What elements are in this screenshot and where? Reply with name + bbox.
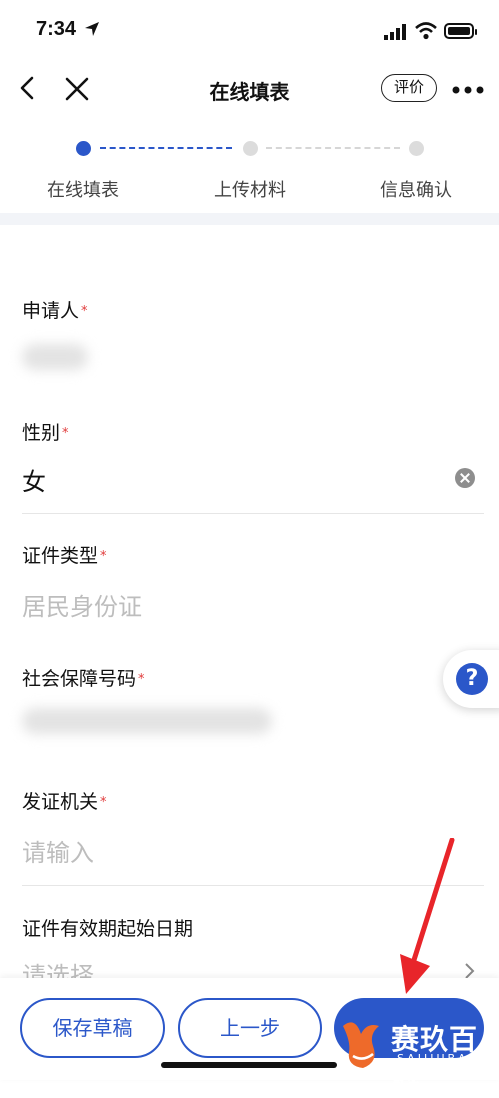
social-security-label: 社会保障号码 * xyxy=(22,668,145,690)
watermark-subtitle: SAIJIUBAIKE xyxy=(397,1052,495,1065)
step-label-3: 信息确认 xyxy=(380,180,452,201)
social-security-field[interactable]: 社会保障号码 * xyxy=(0,664,499,764)
help-icon: ? xyxy=(456,663,488,695)
social-security-value-redacted[interactable] xyxy=(22,708,272,734)
issuing-authority-label: 发证机关 * xyxy=(22,791,107,813)
step-dot-2 xyxy=(243,141,258,156)
step-dot-3 xyxy=(409,141,424,156)
clear-icon[interactable] xyxy=(455,468,475,488)
more-icon[interactable] xyxy=(452,86,484,94)
required-mark: * xyxy=(138,672,145,687)
status-time: 7:34 xyxy=(36,18,77,40)
annotation-arrow-icon xyxy=(400,838,455,994)
required-mark: * xyxy=(81,304,88,319)
watermark: 赛玖百科 SAIJIUBAIKE xyxy=(339,1008,499,1096)
save-draft-button[interactable]: 保存草稿 xyxy=(20,998,165,1058)
issuing-authority-input[interactable]: 请输入 xyxy=(22,833,94,868)
previous-step-button[interactable]: 上一步 xyxy=(178,998,322,1058)
valid-start-date-picker[interactable]: 请选择 xyxy=(22,956,94,978)
applicant-label: 申请人 * xyxy=(22,300,88,322)
gender-field[interactable]: 性别 * 女 xyxy=(0,418,499,518)
wifi-icon xyxy=(415,22,437,40)
whale-logo-icon xyxy=(343,1022,379,1068)
step-label-2: 上传材料 xyxy=(214,180,286,201)
location-arrow-icon xyxy=(85,22,99,36)
step-label-1: 在线填表 xyxy=(47,180,119,201)
step-indicator: 在线填表 上传材料 信息确认 xyxy=(0,130,499,210)
step-dot-1 xyxy=(76,141,91,156)
required-mark: * xyxy=(100,549,107,564)
gender-label: 性别 * xyxy=(22,422,69,444)
section-divider xyxy=(0,213,499,225)
home-indicator xyxy=(161,1062,337,1068)
id-type-label: 证件类型 * xyxy=(22,545,107,567)
required-mark: * xyxy=(100,795,107,810)
required-mark: * xyxy=(62,426,69,441)
status-bar: 7:34 xyxy=(0,0,499,62)
step-connector-2 xyxy=(266,147,400,149)
nav-bar: 在线填表 评价 xyxy=(0,62,499,118)
battery-icon xyxy=(444,23,477,39)
step-connector-1 xyxy=(100,147,232,149)
id-type-field[interactable]: 证件类型 * 居民身份证 xyxy=(0,541,499,641)
field-divider xyxy=(22,513,484,514)
id-type-value[interactable]: 居民身份证 xyxy=(22,587,142,622)
valid-start-date-label: 证件有效期起始日期 xyxy=(22,918,194,940)
applicant-value-redacted xyxy=(22,344,88,370)
rate-button[interactable]: 评价 xyxy=(381,74,437,102)
signal-icon xyxy=(384,24,406,40)
applicant-field: 申请人 * xyxy=(0,296,499,396)
gender-value[interactable]: 女 xyxy=(22,462,46,497)
help-button[interactable]: ? xyxy=(443,650,499,708)
